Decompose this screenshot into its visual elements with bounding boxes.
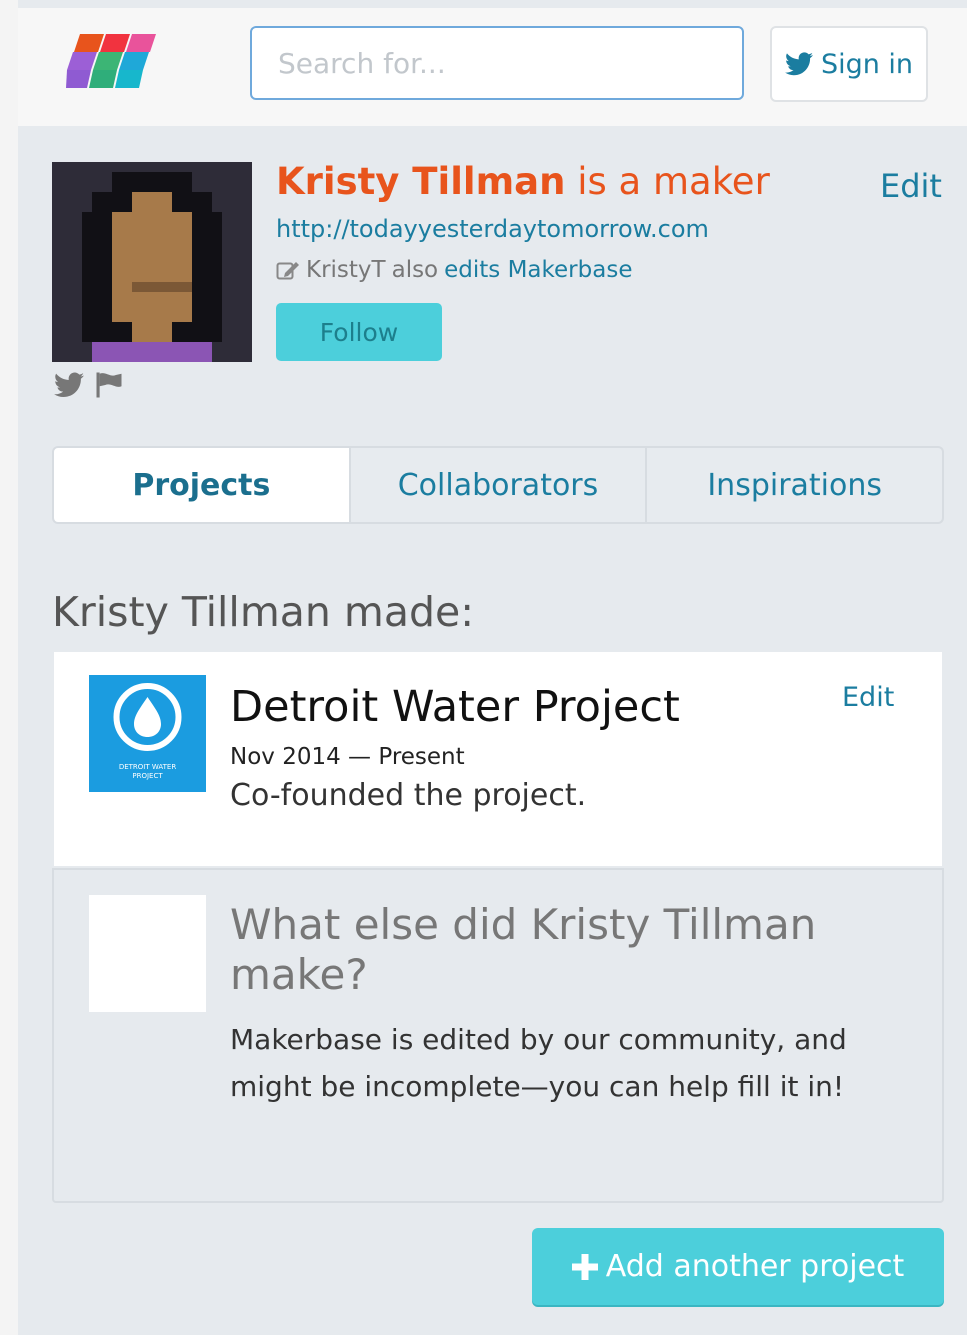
profile-tabs: Projects Collaborators Inspirations	[52, 446, 945, 524]
search-input[interactable]	[250, 26, 744, 100]
edit-icon	[276, 262, 299, 280]
project-edit-link[interactable]: Edit	[842, 682, 894, 713]
makerbase-logo[interactable]	[66, 34, 162, 88]
maker-name[interactable]: Kristy Tillman	[276, 160, 565, 203]
project-dates: Nov 2014 — Present	[230, 744, 465, 770]
projects-section-title: Kristy Tillman made:	[52, 588, 475, 636]
project-logo-text-1: DETROIT WATER	[119, 763, 177, 771]
add-project-button[interactable]: Add another project	[532, 1228, 944, 1305]
add-project-label: Add another project	[605, 1249, 905, 1284]
maker-website-link[interactable]: http://todayyesterdaytomorrow.com	[276, 215, 709, 243]
maker-avatar[interactable]	[52, 162, 252, 362]
add-project-prompt: What else did Kristy Tillman make? Maker…	[52, 868, 944, 1203]
project-description: Co-founded the project.	[230, 778, 587, 813]
placeholder-thumbnail	[89, 895, 206, 1012]
follow-button[interactable]: Follow	[276, 303, 442, 361]
sign-in-button[interactable]: Sign in	[770, 26, 928, 102]
tab-inspirations[interactable]: Inspirations	[647, 446, 945, 524]
profile-social-links	[54, 372, 124, 398]
maker-editor-note: KristyT also edits Makerbase	[276, 257, 632, 283]
sign-in-label: Sign in	[820, 48, 914, 80]
project-title[interactable]: Detroit Water Project	[230, 682, 680, 732]
tab-collaborators[interactable]: Collaborators	[350, 446, 648, 524]
tab-projects[interactable]: Projects	[52, 446, 351, 524]
editor-handle: KristyT	[306, 257, 386, 283]
prompt-title: What else did Kristy Tillman make?	[230, 900, 817, 999]
editor-also: also	[391, 257, 439, 283]
project-card: DETROIT WATER PROJECT Detroit Water Proj…	[54, 652, 942, 866]
prompt-body: Makerbase is edited by our community, an…	[230, 1023, 847, 1103]
twitter-icon	[784, 52, 813, 76]
edits-makerbase-link[interactable]: edits Makerbase	[444, 257, 632, 283]
flag-icon[interactable]	[94, 372, 124, 398]
project-logo-text-2: PROJECT	[132, 772, 163, 780]
profile-edit-link[interactable]: Edit	[880, 167, 942, 205]
maker-suffix: is a maker	[565, 160, 770, 203]
plus-icon	[571, 1253, 598, 1280]
twitter-icon[interactable]	[54, 372, 84, 398]
maker-heading: Kristy Tillman is a maker	[276, 160, 770, 203]
project-logo[interactable]: DETROIT WATER PROJECT	[89, 675, 206, 792]
top-header: Sign in	[18, 8, 967, 126]
